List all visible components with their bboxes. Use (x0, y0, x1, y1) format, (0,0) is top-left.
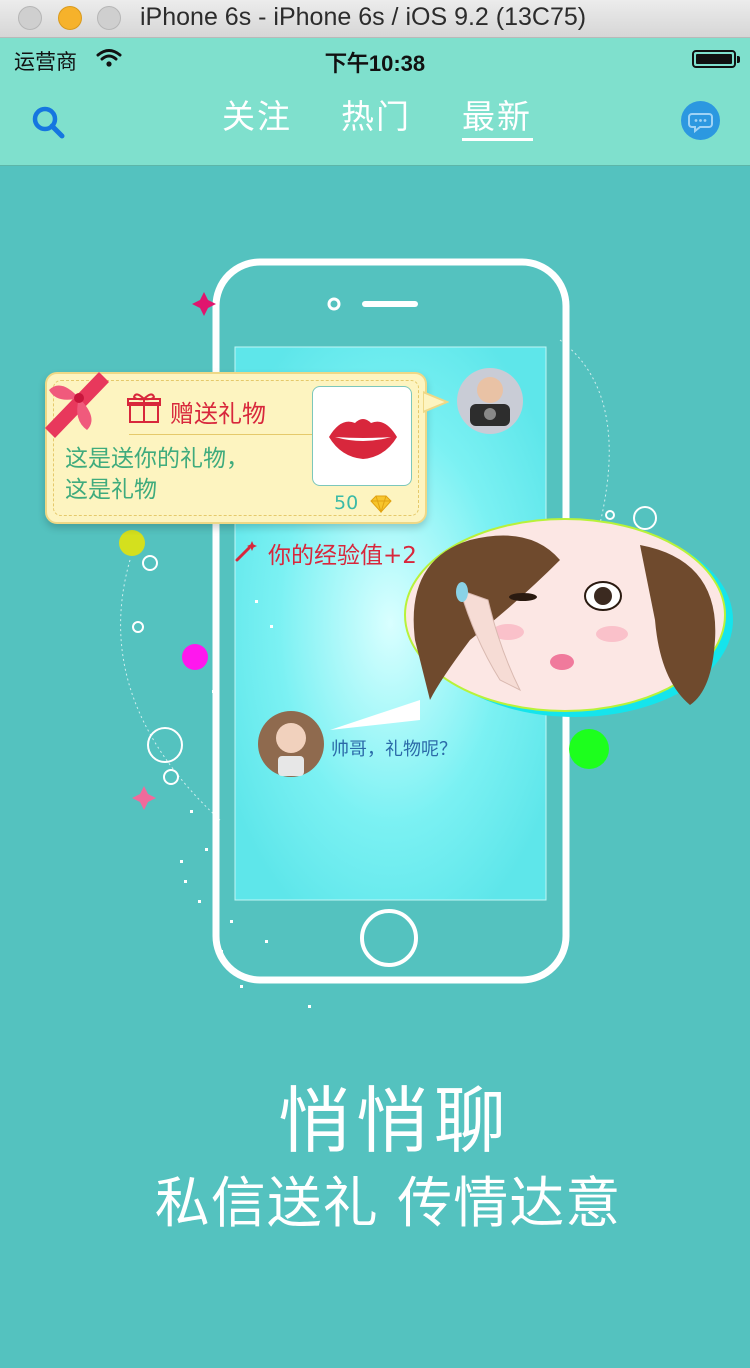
gift-price: 50 (334, 492, 359, 514)
window-zoom-button[interactable] (97, 6, 121, 30)
chat-bubble-icon[interactable] (681, 101, 720, 140)
tab-hot[interactable]: 热门 (341, 90, 411, 144)
magic-wand-icon (235, 541, 257, 562)
status-time: 下午10:38 (324, 51, 426, 76)
promo-illustration (119, 258, 733, 1008)
tab-selected-indicator (462, 138, 533, 141)
search-icon[interactable] (30, 104, 66, 140)
app-header: 运营商 下午10:38 关注 热门 最新 (0, 38, 750, 166)
gift-message-line1: 这是送你的礼物， (65, 446, 249, 472)
gift-card-message: 这是送你的礼物， 这是礼物 (65, 444, 295, 506)
gift-card-title: 赠送礼物 (170, 400, 266, 428)
simulator-title-bar: iPhone 6s - iPhone 6s / iOS 9.2 (13C75) (0, 0, 750, 38)
tab-new[interactable]: 最新 (462, 90, 532, 144)
gift-card: 赠送礼物 这是送你的礼物， 这是礼物 50 (45, 372, 449, 524)
gift-box-icon (127, 393, 161, 423)
tab-follow[interactable]: 关注 (222, 90, 292, 144)
gift-message-line2: 这是礼物 (65, 477, 157, 503)
ribbon-icon (45, 372, 109, 438)
slogan-subtitle: 私信送礼 传情达意 (154, 1171, 622, 1235)
gift-card-pointer (423, 390, 449, 414)
reply-message-text: 帅哥，礼物呢？ (331, 739, 457, 760)
battery-icon (692, 50, 740, 68)
gift-thumbnail (312, 386, 412, 486)
lips-icon (329, 419, 397, 459)
slogan-title: 悄悄聊 (277, 1079, 512, 1163)
experience-gain-text: 你的经验值+2 (268, 543, 417, 569)
diamond-icon (370, 495, 392, 513)
top-tab-bar: 关注 热门 最新 (200, 90, 560, 150)
simulator-title: iPhone 6s - iPhone 6s / iOS 9.2 (13C75) (140, 3, 587, 31)
window-minimize-button[interactable] (58, 6, 82, 30)
window-close-button[interactable] (18, 6, 42, 30)
